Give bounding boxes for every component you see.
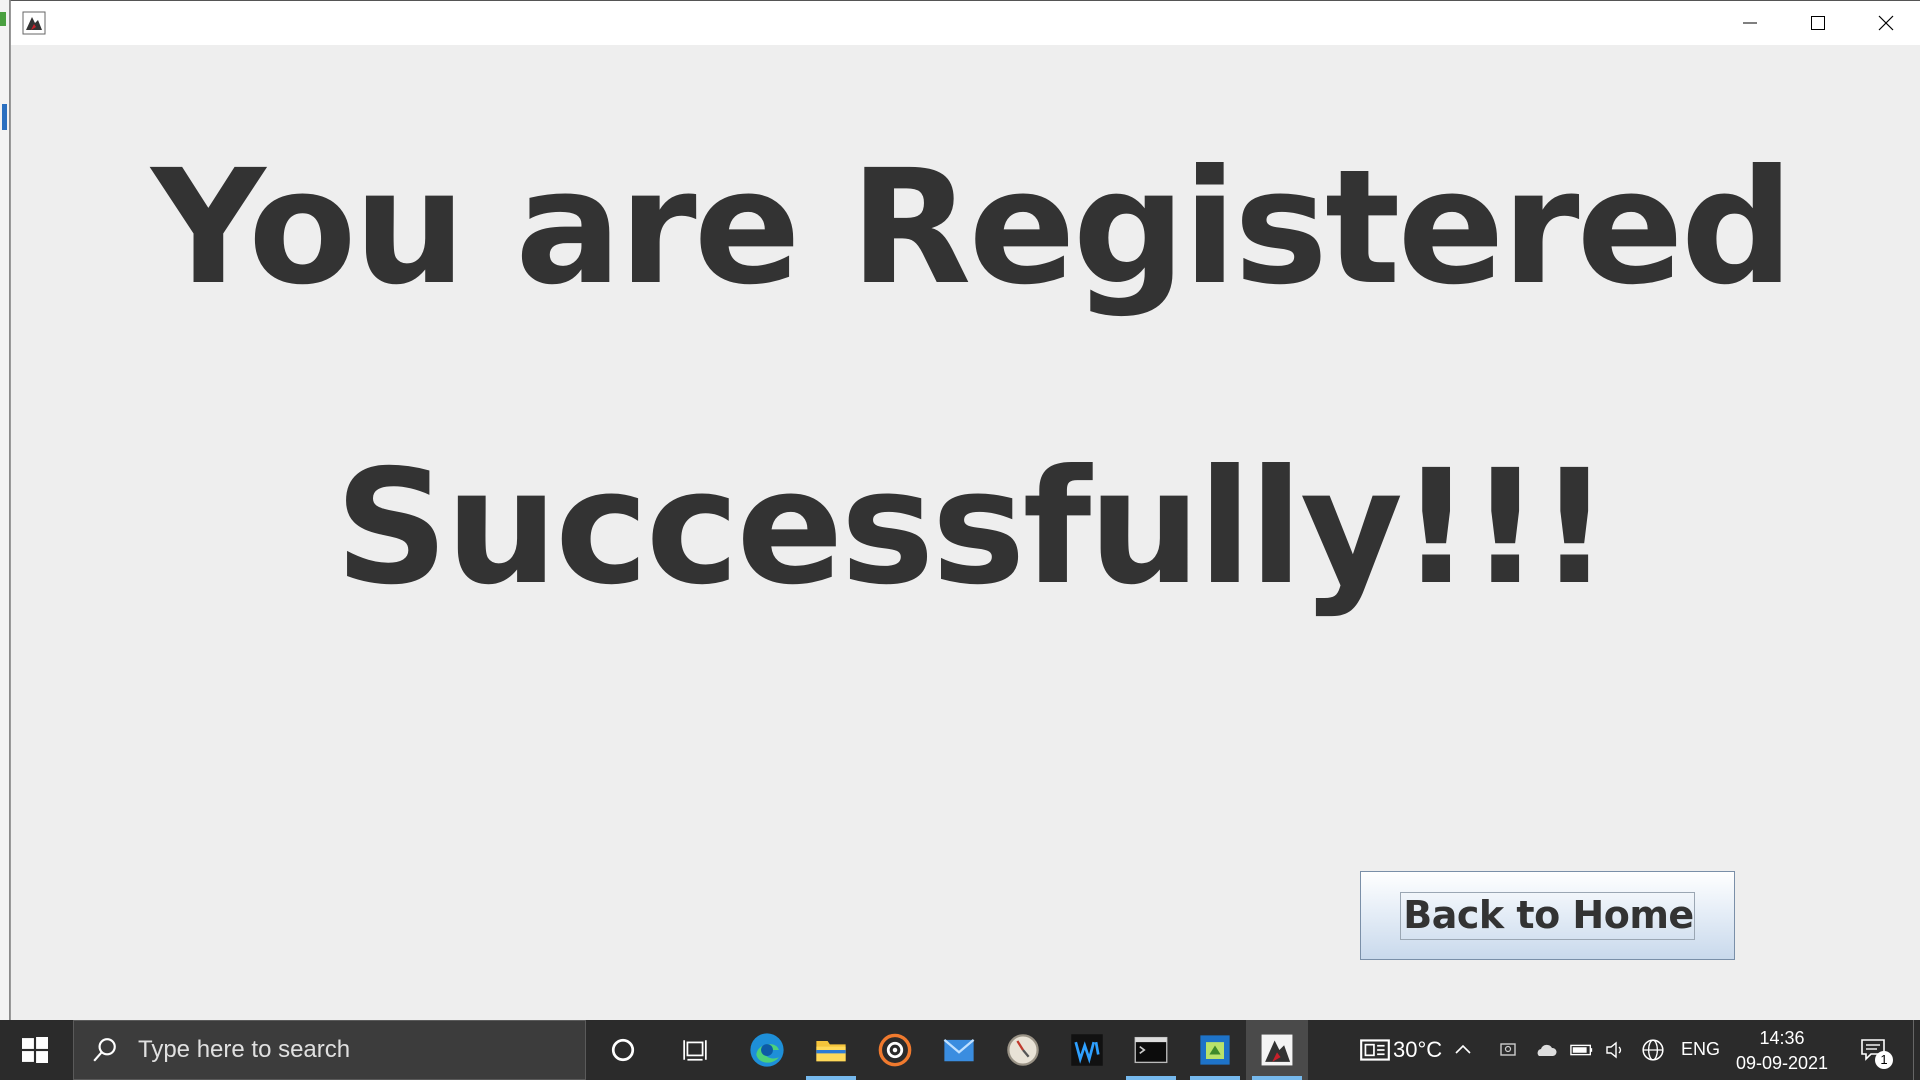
show-hidden-icons-button[interactable]: [1443, 1020, 1483, 1080]
volume-tray[interactable]: [1598, 1020, 1634, 1080]
news-icon: [1360, 1039, 1390, 1061]
folder-icon: [816, 1041, 846, 1062]
clock-app-button[interactable]: [992, 1020, 1054, 1080]
command-prompt-button[interactable]: [1120, 1020, 1182, 1080]
input-language[interactable]: ENG: [1681, 1039, 1720, 1060]
taskbar: Type here to search 30°C ENG 14:36 09-09…: [0, 1020, 1920, 1080]
title-bar[interactable]: [11, 1, 1920, 45]
battery-icon: [1570, 1044, 1593, 1056]
taskbar-clock[interactable]: 14:36 09-09-2021: [1728, 1026, 1836, 1076]
task-view-icon: [683, 1040, 707, 1061]
close-icon: [1878, 15, 1894, 31]
waves-app-button[interactable]: [1056, 1020, 1118, 1080]
mail-button[interactable]: [928, 1020, 990, 1080]
back-to-home-button[interactable]: Back to Home: [1360, 871, 1735, 960]
show-desktop-button[interactable]: [1913, 1020, 1920, 1080]
weather-temperature[interactable]: 30°C: [1393, 1037, 1442, 1063]
java-app-icon: [1261, 1034, 1293, 1066]
edge-browser-icon: [750, 1033, 784, 1067]
app-window: You are Registered Successfully!!! Back …: [10, 0, 1920, 1020]
minimize-button[interactable]: [1716, 1, 1784, 45]
onedrive-tray[interactable]: [1527, 1020, 1565, 1080]
netbeans-button[interactable]: [1184, 1020, 1246, 1080]
search-icon: [93, 1038, 116, 1062]
network-tray[interactable]: [1634, 1020, 1672, 1080]
meet-now-tray[interactable]: [1491, 1020, 1525, 1080]
webcam-icon: [1500, 1043, 1516, 1056]
maximize-icon: [1811, 16, 1825, 30]
back-to-home-label: Back to Home: [1400, 891, 1695, 940]
compass-clock-icon: [1007, 1034, 1039, 1066]
start-button[interactable]: [0, 1020, 70, 1080]
java-app-taskbar-button[interactable]: [1246, 1020, 1308, 1080]
globe-icon: [1642, 1039, 1664, 1061]
action-center-button[interactable]: 1: [1848, 1020, 1900, 1080]
cortana-circle-icon: [611, 1038, 635, 1062]
success-message-line-1: You are Registered: [151, 136, 1794, 320]
windows-logo-icon: [22, 1037, 48, 1063]
success-message-line-2: Successfully!!!: [334, 436, 1611, 620]
notification-count-badge: 1: [1875, 1051, 1893, 1069]
clock-date: 09-09-2021: [1735, 1053, 1829, 1073]
background-window-icon: [0, 12, 6, 26]
java-app-icon[interactable]: [22, 11, 46, 35]
chevron-up-icon: [1455, 1044, 1471, 1054]
terminal-icon: [1134, 1036, 1168, 1064]
media-player-button[interactable]: [864, 1020, 926, 1080]
cloud-icon: [1537, 1044, 1557, 1056]
speaker-icon: [1606, 1041, 1622, 1059]
taskbar-search-box[interactable]: Type here to search: [73, 1020, 586, 1080]
maximize-button[interactable]: [1784, 1, 1852, 45]
edge-browser-button[interactable]: [736, 1020, 798, 1080]
search-placeholder: Type here to search: [138, 1036, 351, 1063]
file-explorer-button[interactable]: [800, 1020, 862, 1080]
cortana-button[interactable]: [592, 1020, 654, 1080]
close-button[interactable]: [1852, 1, 1920, 45]
battery-tray[interactable]: [1564, 1020, 1600, 1080]
waves-w-icon: [1071, 1034, 1103, 1066]
minimize-icon: [1743, 22, 1757, 24]
mail-icon: [943, 1039, 975, 1062]
task-view-button[interactable]: [664, 1020, 726, 1080]
media-player-icon: [878, 1033, 912, 1067]
background-window-scrollbar: [2, 104, 7, 130]
ide-icon: [1200, 1035, 1230, 1065]
clock-time: 14:36: [1759, 1028, 1805, 1048]
